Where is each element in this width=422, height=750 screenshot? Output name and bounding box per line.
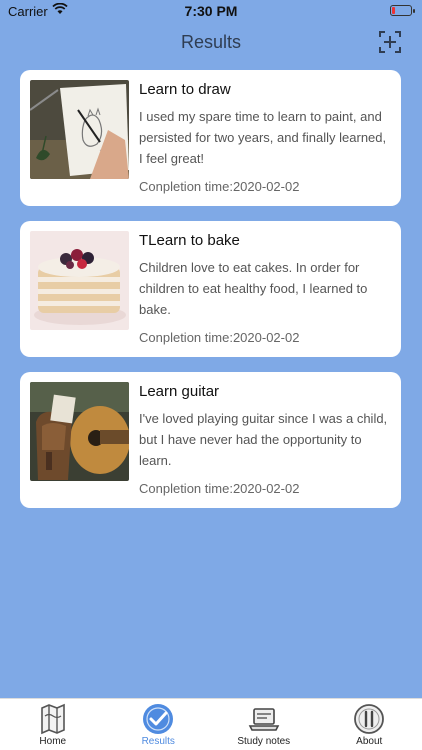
- result-card[interactable]: Learn to draw I used my spare time to le…: [20, 70, 401, 206]
- map-icon: [40, 703, 65, 735]
- drawing-image: [30, 80, 129, 179]
- card-title: TLearn to bake: [139, 232, 240, 249]
- add-button[interactable]: [378, 30, 402, 54]
- tab-home[interactable]: Home: [0, 699, 106, 750]
- tab-study-notes-label: Study notes: [237, 736, 291, 747]
- results-list: Learn to draw I used my spare time to le…: [20, 70, 401, 523]
- tab-bar: Home Results Study notes About: [0, 698, 422, 750]
- status-bar: Carrier 7:30 PM: [0, 0, 422, 22]
- tab-about-label: About: [356, 736, 383, 747]
- cake-image: [30, 231, 129, 330]
- laptop-icon: [248, 708, 280, 731]
- completion-time: Conpletion time:2020-02-02: [139, 179, 300, 194]
- tab-home-label: Home: [39, 736, 67, 747]
- status-time: 7:30 PM: [184, 3, 238, 19]
- card-title: Learn to draw: [139, 81, 231, 98]
- tab-study-notes[interactable]: Study notes: [211, 699, 317, 750]
- card-description: I've loved playing guitar since I was a …: [139, 411, 388, 468]
- tab-about[interactable]: About: [317, 699, 422, 750]
- completion-time: Conpletion time:2020-02-02: [139, 481, 300, 496]
- card-description: Children love to eat cakes. In order for…: [139, 260, 368, 317]
- result-card[interactable]: Learn guitar I've loved playing guitar s…: [20, 372, 401, 508]
- battery-icon: [390, 5, 415, 16]
- card-description: I used my spare time to learn to paint, …: [139, 109, 387, 166]
- page-title: Results: [180, 32, 242, 52]
- nav-bar: Results: [0, 24, 422, 64]
- completion-time: Conpletion time:2020-02-02: [139, 330, 300, 345]
- card-title: Learn guitar: [139, 383, 220, 400]
- tab-results-label: Results: [141, 736, 175, 747]
- guitar-image: [30, 382, 129, 481]
- tab-results[interactable]: Results: [106, 699, 212, 750]
- check-badge-icon: [143, 704, 174, 734]
- result-card[interactable]: TLearn to bake Children love to eat cake…: [20, 221, 401, 357]
- about-icon: [354, 704, 385, 734]
